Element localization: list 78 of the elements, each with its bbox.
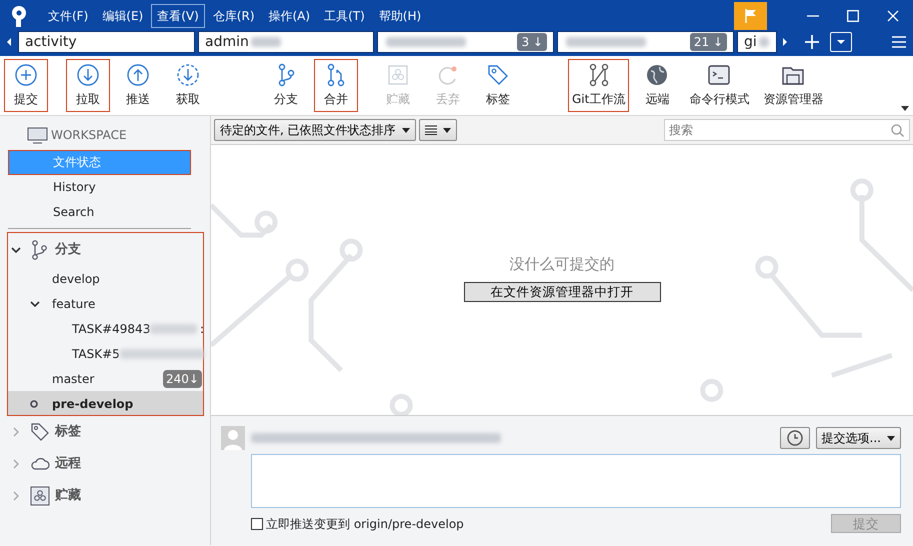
avatar-icon [221,426,245,450]
tab-list-button[interactable] [830,32,852,52]
section-title[interactable]: 标签 [55,422,81,442]
push-checkbox[interactable] [251,518,263,530]
section-title[interactable]: 分支 [55,240,81,260]
chevron-down-icon[interactable] [30,300,40,306]
globe-icon [645,63,670,87]
repository-tab[interactable]: 3 ↓ [377,31,554,53]
monitor-icon [27,126,48,144]
toolbar-button[interactable]: 远端 [635,59,680,112]
menu-item[interactable]: 帮助(H) [372,4,428,28]
plus-icon [14,63,38,87]
sort-dropdown[interactable]: 待定的文件, 已依照文件状态排序 [214,119,416,141]
toolbar-button[interactable]: 资源管理器 [759,59,828,112]
repository-tab[interactable]: activity [18,31,195,53]
toolbar-button[interactable]: 提交 [4,59,48,112]
history-button[interactable] [780,427,810,449]
menu-item[interactable]: 编辑(E) [96,4,150,28]
branch-name[interactable]: feature [52,294,96,312]
open-in-explorer-button[interactable]: 在文件资源管理器中打开 [464,282,660,302]
menu-item[interactable]: 工具(T) [318,4,371,28]
menu-icon[interactable] [891,35,907,49]
download-icon [76,63,100,87]
stash-icon [30,486,50,506]
menu-item[interactable]: 文件(F) [42,4,94,28]
tag-icon [30,422,50,442]
upload-icon [126,63,150,87]
repository-tab[interactable]: gi [737,31,777,53]
toolbar-button[interactable]: 命令行模式 [685,59,754,112]
section-title[interactable]: 远程 [55,454,81,474]
commit-message-field[interactable] [251,454,901,508]
current-branch-icon [30,400,38,408]
toolbar-button[interactable]: 合并 [314,59,358,112]
toolbar-button[interactable]: 分支 [264,59,308,112]
scroll-right-icon[interactable] [780,37,790,47]
clock-icon [786,430,803,446]
menu-item[interactable]: 仓库(R) [206,4,260,28]
branch-name-suffix: : [200,320,204,338]
sidebar-item[interactable]: Search [8,200,191,225]
toolbar-button[interactable]: 拉取 [66,59,110,112]
minimize-icon [807,14,819,16]
menu-item[interactable]: 查看(V) [151,4,205,28]
repository-tab[interactable]: 21 ↓ [557,31,734,53]
chevron-down-icon[interactable] [11,247,21,253]
toolbar-button[interactable]: 标签 [476,59,520,112]
section-title[interactable]: 贮藏 [55,486,81,506]
commit-options-dropdown[interactable]: 提交选项... [816,427,901,449]
terminal-icon [707,63,732,87]
branch-name[interactable]: TASK#5 [72,344,120,362]
section-title: WORKSPACE [51,127,127,144]
stash-icon [386,63,410,87]
download-icon [176,63,200,87]
overflow-caret-icon[interactable] [901,106,909,111]
branch-name[interactable]: develop [52,270,100,288]
count-badge: 240↓ [163,370,202,388]
caret-icon [836,39,846,45]
caret-icon [442,128,451,132]
maximize-icon [847,10,859,22]
branch-name[interactable]: TASK#49843 [72,320,150,338]
toolbar-button[interactable]: Git工作流 [568,59,630,112]
add-tab-icon[interactable] [804,34,820,50]
flag-icon [744,8,758,24]
caret-icon [402,128,410,132]
menu-item[interactable]: 操作(A) [262,4,316,28]
empty-message: 没什么可提交的 [510,254,614,275]
close-icon [887,10,899,22]
toolbar-button[interactable]: 获取 [166,59,210,112]
toolbar-button[interactable]: 推送 [116,59,160,112]
caret-icon [887,436,895,440]
view-mode-dropdown[interactable] [418,119,457,141]
search-icon [891,124,904,136]
sidebar-item[interactable]: History [8,175,191,200]
search-field[interactable]: 搜索 [664,119,910,141]
branch-name[interactable]: master [52,370,94,388]
push-option-label: 立即推送变更到 origin/pre-develop [266,516,464,532]
repository-tab[interactable]: admin [198,31,374,53]
tag-icon [486,63,510,87]
list-icon [424,125,437,135]
